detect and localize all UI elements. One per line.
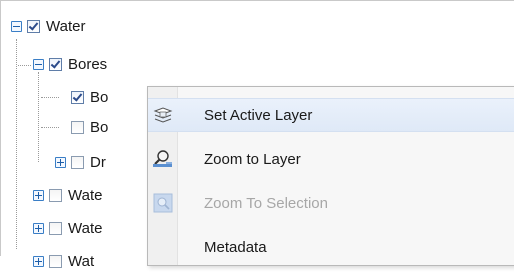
tree-item-label: Water [46,17,86,35]
layer-checkbox[interactable] [71,90,84,104]
menu-item-icon-empty [148,230,177,264]
tree-guide-line [16,39,17,249]
tree-item-label: Bo [90,88,109,106]
layer-checkbox[interactable] [49,254,62,268]
layer-checkbox[interactable] [49,221,62,235]
layer-context-menu: Set Active Layer Zoom to Layer Zoom To S… [147,86,514,266]
collapse-icon[interactable] [11,20,22,32]
tree-guide-line [38,72,39,162]
menu-item-label: Set Active Layer [204,106,313,124]
collapse-icon[interactable] [33,58,44,70]
expand-icon[interactable] [33,189,44,201]
layer-checkbox[interactable] [49,57,62,71]
menu-item-metadata[interactable]: Metadata [148,230,514,264]
tree-item-bores[interactable]: Bores [33,53,107,75]
layer-checkbox[interactable] [71,155,84,169]
menu-item-zoom-to-layer[interactable]: Zoom to Layer [148,142,514,176]
tree-item-bo-1[interactable]: Bo [55,86,108,108]
zoom-to-layer-icon [148,142,177,176]
layer-checkbox[interactable] [71,120,84,134]
tree-item-bo-2[interactable]: Bo [55,116,108,138]
tree-item-wat[interactable]: Wat [33,250,94,272]
zoom-to-selection-icon [148,186,177,220]
tree-item-wate-2[interactable]: Wate [33,217,102,239]
tree-item-dr[interactable]: Dr [55,151,106,173]
tree-item-label: Bores [68,55,108,73]
tree-item-label: Bo [90,118,109,136]
menu-item-zoom-to-selection[interactable]: Zoom To Selection [148,186,514,220]
menu-item-set-active-layer[interactable]: Set Active Layer [148,98,514,132]
expand-icon[interactable] [55,156,66,168]
tree-item-label: Wat [68,252,95,270]
set-active-layer-icon [148,98,177,132]
tree-item-water[interactable]: Water [11,15,85,37]
menu-item-label: Zoom to Layer [204,150,301,168]
tree-item-label: Wate [68,186,103,204]
tree-item-label: Wate [68,219,103,237]
tree-item-label: Dr [90,153,106,171]
menu-item-label: Zoom To Selection [204,194,328,212]
layer-checkbox[interactable] [49,188,62,202]
tree-item-wate-1[interactable]: Wate [33,184,102,206]
tree-guide-line [18,65,31,66]
expand-icon[interactable] [33,222,44,234]
layer-checkbox[interactable] [27,19,40,33]
expand-icon[interactable] [33,255,44,267]
menu-item-label: Metadata [204,238,267,256]
